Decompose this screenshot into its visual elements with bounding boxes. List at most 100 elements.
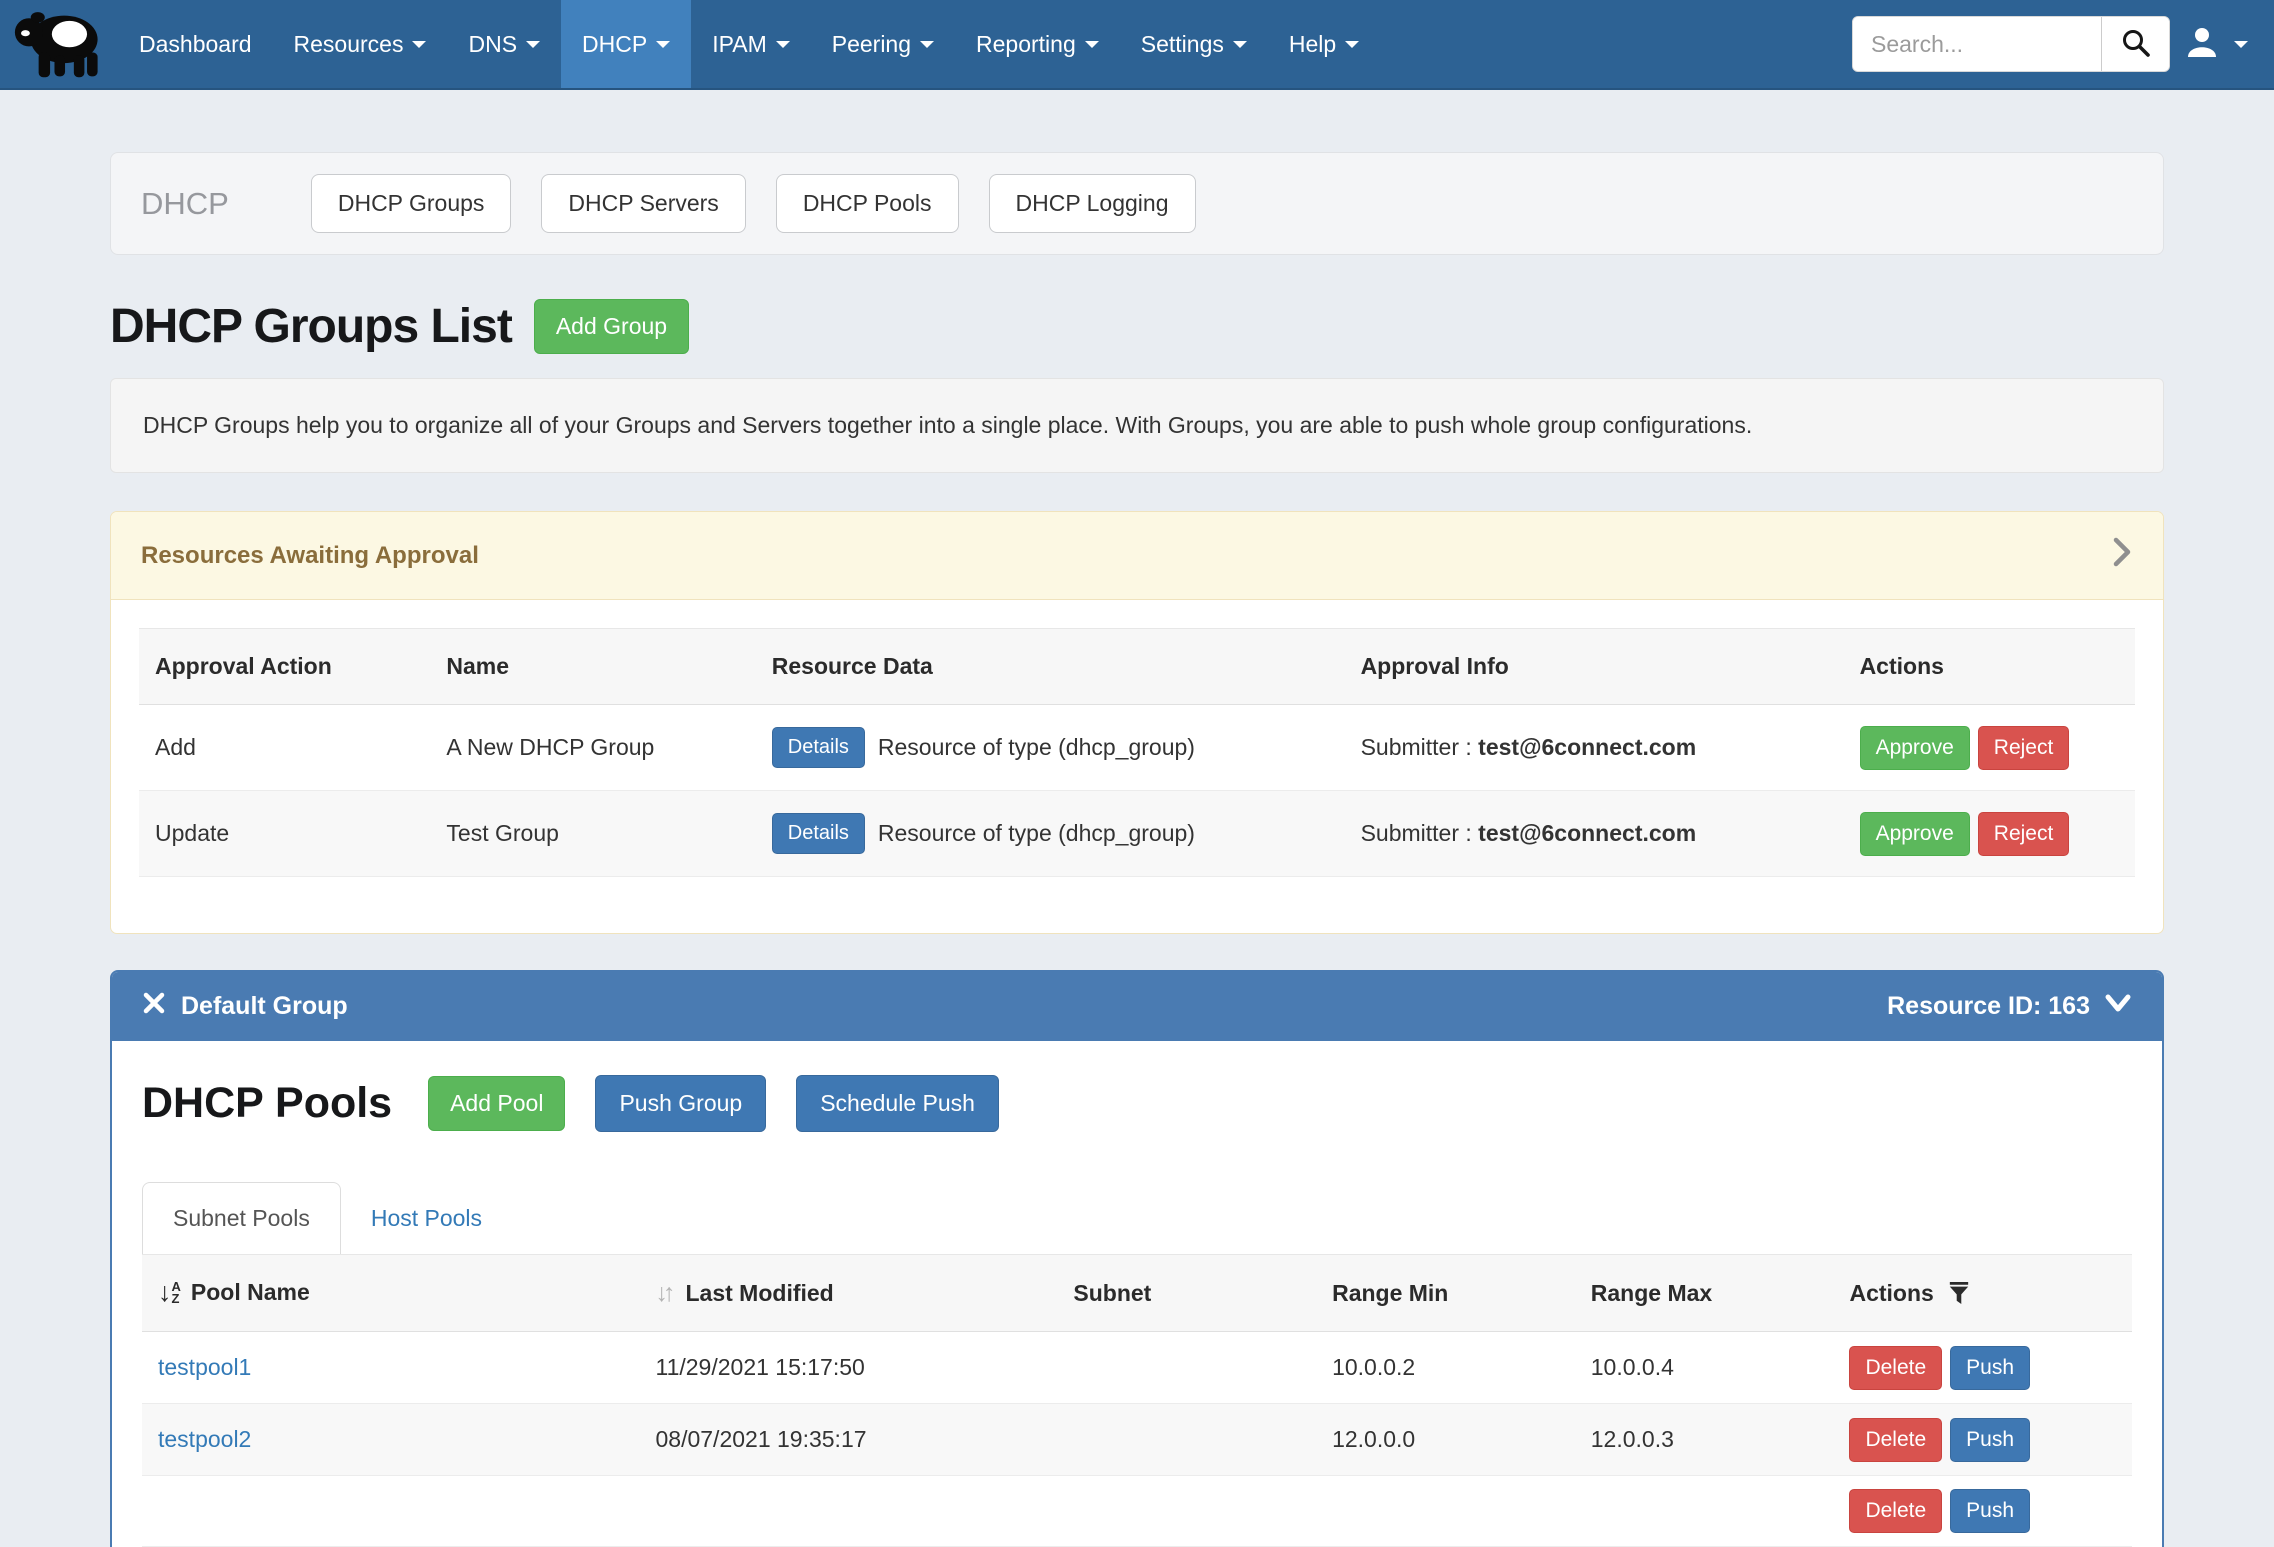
push-group-button[interactable]: Push Group — [595, 1075, 766, 1132]
reject-button[interactable]: Reject — [1978, 726, 2070, 770]
dhcp-groups-button[interactable]: DHCP Groups — [311, 174, 512, 233]
tab-host-pools[interactable]: Host Pools — [341, 1183, 512, 1254]
col-actions: Actions — [1844, 629, 2135, 705]
nav-item-dashboard[interactable]: Dashboard — [118, 0, 273, 88]
nav-item-peering[interactable]: Peering — [811, 0, 955, 88]
search-icon — [2120, 27, 2152, 62]
close-icon[interactable] — [142, 991, 166, 1022]
col-range-min: Range Min — [1316, 1255, 1575, 1332]
dhcp-servers-button[interactable]: DHCP Servers — [541, 174, 745, 233]
delete-button[interactable]: Delete — [1849, 1418, 1942, 1462]
top-navbar: Dashboard Resources DNS DHCP IPAM Peerin… — [0, 0, 2274, 90]
chevron-down-icon — [2104, 992, 2132, 1021]
approval-resource-data: Details Resource of type (dhcp_group) — [756, 705, 1345, 791]
col-pool-name[interactable]: ↓AZ Pool Name — [142, 1255, 640, 1332]
approve-button[interactable]: Approve — [1860, 726, 1970, 770]
reject-button[interactable]: Reject — [1978, 812, 2070, 856]
sort-alpha-desc-icon[interactable]: ↓AZ — [158, 1279, 181, 1306]
sort-updown-icon[interactable]: ↓↑ — [656, 1281, 676, 1306]
col-range-max: Range Max — [1575, 1255, 1834, 1332]
resource-id-toggle[interactable]: Resource ID: 163 — [1887, 992, 2132, 1021]
subnet-cell — [1057, 1404, 1316, 1476]
nav-item-ipam[interactable]: IPAM — [691, 0, 811, 88]
subnet-cell — [1057, 1332, 1316, 1404]
delete-button[interactable]: Delete — [1849, 1489, 1942, 1533]
approval-table-header-row: Approval Action Name Resource Data Appro… — [139, 629, 2135, 705]
group-panel-header: Default Group Resource ID: 163 — [112, 972, 2162, 1041]
pool-name-cell: testpool1 — [142, 1332, 640, 1404]
nav-label: DHCP — [582, 31, 647, 58]
pool-link[interactable]: testpool2 — [158, 1426, 251, 1452]
push-button[interactable]: Push — [1950, 1418, 2030, 1462]
brand-logo[interactable] — [0, 0, 118, 88]
approve-button[interactable]: Approve — [1860, 812, 1970, 856]
submitter-label: Submitter : — [1361, 734, 1472, 760]
pool-tabs: Subnet Pools Host Pools — [142, 1182, 2132, 1254]
pool-actions-cell: Delete Push — [1833, 1332, 2132, 1404]
approval-table: Approval Action Name Resource Data Appro… — [139, 628, 2135, 877]
col-last-modified[interactable]: ↓↑ Last Modified — [640, 1255, 1058, 1332]
pool-actions-cell: Delete Push — [1833, 1476, 2132, 1547]
add-group-button[interactable]: Add Group — [534, 299, 689, 354]
push-button[interactable]: Push — [1950, 1489, 2030, 1533]
nav-item-resources[interactable]: Resources — [273, 0, 448, 88]
approval-action: Add — [139, 705, 430, 791]
col-label: Pool Name — [191, 1279, 310, 1306]
add-pool-button[interactable]: Add Pool — [428, 1076, 565, 1131]
approval-actions: Approve Reject — [1844, 705, 2135, 791]
col-name: Name — [430, 629, 755, 705]
nav-label: Reporting — [976, 31, 1076, 58]
caret-down-icon — [1345, 41, 1359, 48]
push-button[interactable]: Push — [1950, 1346, 2030, 1390]
user-menu[interactable] — [2186, 25, 2248, 64]
search-input[interactable] — [1853, 17, 2101, 71]
nav-item-settings[interactable]: Settings — [1120, 0, 1268, 88]
pools-table-header-row: ↓AZ Pool Name ↓↑ Last Modified Subnet Ra… — [142, 1255, 2132, 1332]
caret-down-icon — [2234, 41, 2248, 48]
filter-icon[interactable] — [1948, 1280, 1970, 1306]
col-pool-actions: Actions — [1833, 1255, 2132, 1332]
caret-down-icon — [656, 41, 670, 48]
col-approval-action: Approval Action — [139, 629, 430, 705]
approval-panel-title: Resources Awaiting Approval — [141, 542, 479, 570]
subnav-title: DHCP — [141, 186, 229, 222]
last-modified-cell — [640, 1476, 1058, 1547]
caret-down-icon — [1233, 41, 1247, 48]
nav-label: DNS — [468, 31, 517, 58]
default-group-panel: Default Group Resource ID: 163 DHCP Pool… — [110, 970, 2164, 1547]
approval-actions: Approve Reject — [1844, 791, 2135, 877]
tab-subnet-pools[interactable]: Subnet Pools — [142, 1182, 341, 1254]
range-min-cell — [1316, 1476, 1575, 1547]
description-text: DHCP Groups help you to organize all of … — [143, 412, 1752, 438]
dhcp-logging-button[interactable]: DHCP Logging — [989, 174, 1196, 233]
chevron-right-icon[interactable] — [2111, 536, 2133, 575]
caret-down-icon — [526, 41, 540, 48]
approval-resource-data: Details Resource of type (dhcp_group) — [756, 791, 1345, 877]
pool-actions-cell: Delete Push — [1833, 1404, 2132, 1476]
caret-down-icon — [920, 41, 934, 48]
search-button[interactable] — [2101, 17, 2169, 71]
nav-item-reporting[interactable]: Reporting — [955, 0, 1120, 88]
approval-panel-body: Approval Action Name Resource Data Appro… — [111, 600, 2163, 933]
details-button[interactable]: Details — [772, 727, 865, 768]
pool-link[interactable]: testpool1 — [158, 1354, 251, 1380]
caret-down-icon — [412, 41, 426, 48]
nav-item-dns[interactable]: DNS — [447, 0, 561, 88]
approval-panel-header[interactable]: Resources Awaiting Approval — [111, 512, 2163, 600]
dhcp-pools-button[interactable]: DHCP Pools — [776, 174, 959, 233]
approval-name: A New DHCP Group — [430, 705, 755, 791]
nav-label: Settings — [1141, 31, 1224, 58]
col-approval-info: Approval Info — [1345, 629, 1844, 705]
details-button[interactable]: Details — [772, 813, 865, 854]
submitter-label: Submitter : — [1361, 820, 1472, 846]
col-subnet: Subnet — [1057, 1255, 1316, 1332]
delete-button[interactable]: Delete — [1849, 1346, 1942, 1390]
nav-label: IPAM — [712, 31, 767, 58]
nav-item-help[interactable]: Help — [1268, 0, 1380, 88]
range-min-cell: 12.0.0.0 — [1316, 1404, 1575, 1476]
nav-label: Resources — [294, 31, 404, 58]
approval-row: Add A New DHCP Group Details Resource of… — [139, 705, 2135, 791]
schedule-push-button[interactable]: Schedule Push — [796, 1075, 999, 1132]
approval-row: Update Test Group Details Resource of ty… — [139, 791, 2135, 877]
nav-item-dhcp[interactable]: DHCP — [561, 0, 691, 88]
